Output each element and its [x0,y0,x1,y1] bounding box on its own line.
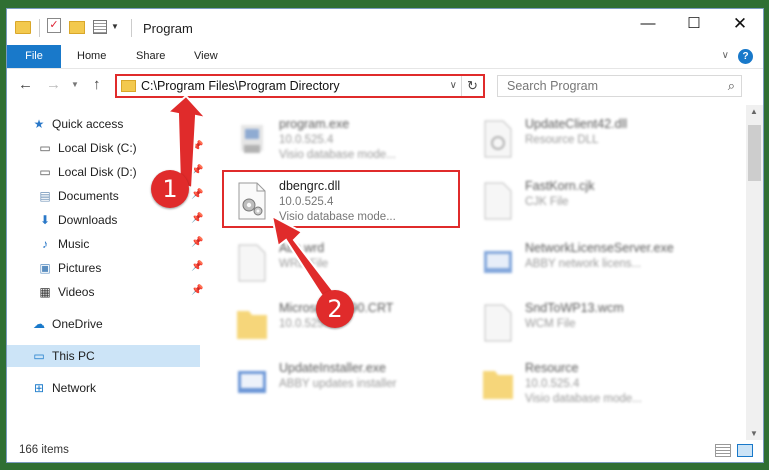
sidebar-item-videos[interactable]: ▦ Videos [37,281,94,303]
network-icon: ⊞ [33,381,45,395]
address-path[interactable]: C:\Program Files\Program Directory [141,79,340,93]
properties-icon[interactable] [93,20,107,34]
forward-button[interactable]: → [46,76,61,93]
folder-icon [237,311,267,339]
scroll-down-icon[interactable]: ▼ [750,429,758,438]
explorer-window: ✓ ▼ Program — ☐ ✕ File Home Share View ∨… [6,8,764,463]
address-bar[interactable]: C:\Program Files\Program Directory ∨ ↻ [115,74,485,98]
callout-badge-1: 1 [151,170,189,208]
up-button[interactable]: ↑ [93,76,101,93]
pin-icon[interactable]: 📌 [191,285,203,296]
dll-icon [484,120,512,158]
file-item[interactable]: UpdateClient42.dll Resource DLL [475,115,715,167]
chevron-down-icon[interactable]: ∨ [450,80,457,91]
pin-icon[interactable]: 📌 [191,189,203,200]
expand-ribbon-icon[interactable]: ∨ [722,50,729,61]
callout-badge-2: 2 [316,290,354,328]
item-count: 166 items [19,444,69,456]
navigation-bar: ← → ▼ ↑ C:\Program Files\Program Directo… [7,72,763,100]
properties-check-icon[interactable]: ✓ [47,18,61,33]
back-button[interactable]: ← [18,76,33,93]
details-view-icon[interactable] [715,444,731,457]
exe-icon [484,251,512,273]
sidebar-item-network[interactable]: ⊞ Network [31,377,96,399]
exe-icon [238,371,266,393]
sidebar-item-quick-access[interactable]: ★ Quick access [31,113,124,135]
sidebar-item-onedrive[interactable]: ☁ OneDrive [31,313,103,335]
search-input[interactable]: Search Program ⌕ [497,75,742,97]
sidebar-item-documents[interactable]: ▤ Documents [37,185,118,207]
scroll-thumb[interactable] [748,125,761,181]
tab-home[interactable]: Home [77,45,106,68]
videos-icon: ▦ [39,285,51,299]
file-item[interactable]: Resource 10.0.525.4 Visio database mode.… [475,359,715,411]
pin-icon[interactable]: 📌 [191,261,203,272]
separator [131,19,132,37]
search-icon[interactable]: ⌕ [728,78,735,94]
file-icon [484,304,512,342]
search-placeholder: Search Program [507,79,599,93]
status-bar: 166 items [7,440,763,462]
file-item[interactable]: UpdateInstaller.exe ABBY updates install… [229,359,469,411]
ribbon: File Home Share View ∨ ? [7,45,763,69]
navigation-pane: ★ Quick access ▭ Local Disk (C:) 📌 ▭ Local … [7,109,203,429]
sidebar-item-downloads[interactable]: ⬇ Downloads [37,209,117,231]
minimize-button[interactable]: — [625,9,671,39]
file-item[interactable]: Abc.wrd WRD File [229,239,469,291]
sidebar-item-pictures[interactable]: ▣ Pictures [37,257,101,279]
pin-icon[interactable]: 📌 [191,213,203,224]
sidebar-item-music[interactable]: ♪ Music [37,233,89,255]
drive-icon: ▭ [39,141,51,155]
pin-icon[interactable]: 📌 [191,141,203,152]
chevron-down-icon[interactable]: ▼ [111,22,119,40]
sidebar-item-local-disk-d[interactable]: ▭ Local Disk (D:) [37,161,136,183]
file-item[interactable]: NetworkLicenseServer.exe ABBY network li… [475,239,715,291]
download-icon: ⬇ [39,213,51,227]
separator [39,19,40,37]
title-bar: ✓ ▼ Program — ☐ ✕ [7,9,763,45]
file-icon [484,182,512,220]
tab-view[interactable]: View [194,45,218,68]
recent-locations-icon[interactable]: ▼ [71,80,79,89]
exe-icon [241,125,263,153]
tab-share[interactable]: Share [136,45,165,68]
new-folder-icon[interactable] [69,21,85,34]
help-icon[interactable]: ? [738,49,753,64]
folder-icon[interactable] [15,21,31,34]
pictures-icon: ▣ [39,261,51,275]
close-button[interactable]: ✕ [717,9,763,39]
cloud-icon: ☁ [33,317,45,331]
maximize-button[interactable]: ☐ [671,9,717,39]
music-icon: ♪ [42,237,48,251]
pc-icon: ▭ [33,349,45,363]
file-item[interactable]: SndToWP13.wcm WCM File [475,299,715,351]
pin-icon[interactable]: 📌 [191,237,203,248]
file-item[interactable]: FastKorn.cjk CJK File [475,177,715,229]
drive-icon: ▭ [39,165,51,179]
highlight-box [222,170,460,228]
sidebar-item-local-disk-c[interactable]: ▭ Local Disk (C:) [37,137,136,159]
tab-file[interactable]: File [7,45,61,68]
window-title: Program [143,21,193,36]
file-icon [238,244,266,282]
sidebar-item-this-pc[interactable]: ▭ This PC [7,345,200,367]
scroll-up-icon[interactable]: ▲ [750,107,758,116]
tiles-view-icon[interactable] [737,444,753,457]
vertical-scrollbar[interactable]: ▲ ▼ [746,105,763,440]
pin-icon[interactable]: 📌 [191,165,203,176]
documents-icon: ▤ [39,189,51,203]
star-icon: ★ [33,117,45,131]
folder-icon [121,80,136,92]
refresh-button[interactable]: ↻ [461,76,483,96]
file-list: program.exe 10.0.525.4 Visio database mo… [207,107,737,437]
file-item[interactable]: program.exe 10.0.525.4 Visio database mo… [229,115,469,167]
folder-icon [483,371,513,399]
